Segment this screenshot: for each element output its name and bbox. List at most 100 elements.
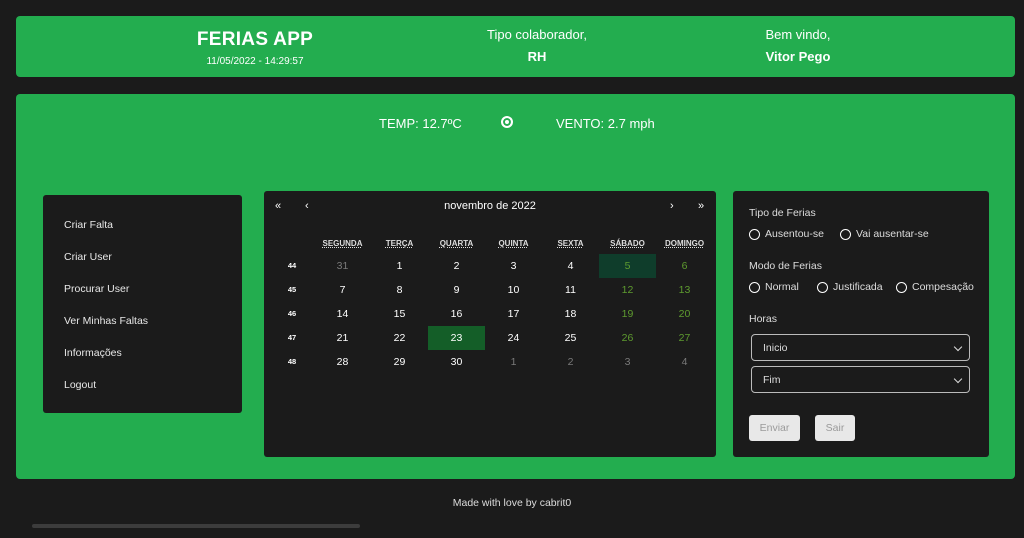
role-block: Tipo colaborador, RH	[447, 27, 627, 64]
calendar-day[interactable]: 26	[599, 326, 656, 350]
modo-ferias-label: Modo de Ferias	[749, 260, 822, 272]
calendar-day[interactable]: 2	[428, 254, 485, 278]
calendar-day[interactable]: 1	[485, 350, 542, 374]
radio-ausentou-input[interactable]	[749, 228, 760, 240]
weekday-header: TERÇA	[385, 239, 414, 248]
calendar-day[interactable]: 9	[428, 278, 485, 302]
week-number: 44	[287, 261, 297, 270]
radio-justificada: Justificada	[817, 281, 883, 293]
role-label: Tipo colaborador,	[487, 27, 587, 42]
chevron-down-icon	[953, 342, 963, 352]
calendar-day[interactable]: 28	[314, 350, 371, 374]
last-page-button[interactable]: »	[698, 200, 704, 212]
fim-select[interactable]: Fim	[751, 366, 970, 393]
radio-ausentou: Ausentou-se	[749, 228, 824, 240]
weekday-header: QUARTA	[439, 239, 474, 248]
calendar-day[interactable]: 24	[485, 326, 542, 350]
calendar-day[interactable]: 16	[428, 302, 485, 326]
radio-vai-ausentar: Vai ausentar-se	[840, 228, 929, 240]
weekday-header: QUINTA	[498, 239, 529, 248]
calendar-day[interactable]: 17	[485, 302, 542, 326]
calendar-day[interactable]: 29	[371, 350, 428, 374]
inicio-select[interactable]: Inicio	[751, 334, 970, 361]
sidebar-item-informacoes[interactable]: Informações	[43, 347, 242, 379]
calendar-day[interactable]: 23	[428, 326, 485, 350]
radio-ausentou-label[interactable]: Ausentou-se	[765, 228, 824, 240]
calendar-day[interactable]: 5	[599, 254, 656, 278]
main-panel: TEMP: 12.7ºC VENTO: 2.7 mph Criar Falta …	[16, 94, 1015, 479]
sun-icon	[501, 116, 513, 128]
calendar-day[interactable]: 27	[656, 326, 713, 350]
weekday-header: DOMINGO	[664, 239, 705, 248]
calendar-day[interactable]: 15	[371, 302, 428, 326]
radio-justificada-input[interactable]	[817, 281, 828, 293]
radio-vai-ausentar-label[interactable]: Vai ausentar-se	[856, 228, 929, 240]
calendar-day[interactable]: 14	[314, 302, 371, 326]
tipo-ferias-label: Tipo de Ferias	[749, 207, 816, 219]
weekday-header: SÁBADO	[610, 239, 645, 248]
calendar-day[interactable]: 2	[542, 350, 599, 374]
horas-label: Horas	[749, 313, 778, 325]
sidebar-menu: Criar Falta Criar User Procurar User Ver…	[43, 195, 242, 413]
weekday-header: SEXTA	[557, 239, 584, 248]
welcome-label: Bem vindo,	[765, 27, 831, 42]
calendar-day[interactable]: 6	[656, 254, 713, 278]
app-title: FERIAS APP	[196, 29, 314, 50]
calendar-day[interactable]: 4	[656, 350, 713, 374]
calendar-day[interactable]: 18	[542, 302, 599, 326]
app-brand: FERIAS APP 11/05/2022 - 14:29:57	[166, 29, 344, 67]
app-header: FERIAS APP 11/05/2022 - 14:29:57 Tipo co…	[16, 16, 1015, 77]
radio-justificada-label[interactable]: Justificada	[833, 281, 883, 293]
radio-compesacao-input[interactable]	[896, 281, 907, 293]
temperature: TEMP: 12.7ºC	[379, 116, 462, 131]
calendar-day[interactable]: 3	[599, 350, 656, 374]
datetime: 11/05/2022 - 14:29:57	[206, 56, 304, 67]
calendar-day[interactable]: 30	[428, 350, 485, 374]
sidebar-item-criar-falta[interactable]: Criar Falta	[43, 219, 242, 251]
horizontal-scrollbar[interactable]	[32, 524, 360, 528]
chevron-down-icon	[953, 374, 963, 384]
calendar: « ‹ novembro de 2022 › » SEGUNDA TERÇA QUA…	[264, 191, 716, 457]
radio-normal-input[interactable]	[749, 281, 760, 293]
calendar-day[interactable]: 22	[371, 326, 428, 350]
calendar-day[interactable]: 21	[314, 326, 371, 350]
week-number: 47	[287, 333, 297, 342]
radio-compesacao-label[interactable]: Compesação	[912, 281, 974, 293]
week-number: 46	[287, 309, 297, 318]
radio-normal-label[interactable]: Normal	[765, 281, 799, 293]
next-month-button[interactable]: ›	[670, 200, 674, 212]
month-label: novembro de 2022	[444, 200, 536, 212]
calendar-day[interactable]: 31	[314, 254, 371, 278]
footer-text: Made with love by cabrit0	[452, 497, 572, 509]
sidebar-item-logout[interactable]: Logout	[43, 379, 242, 411]
calendar-day[interactable]: 7	[314, 278, 371, 302]
calendar-day[interactable]: 11	[542, 278, 599, 302]
user-name: Vitor Pego	[765, 49, 831, 64]
ferias-form: Tipo de Ferias Ausentou-se Vai ausentar-…	[733, 191, 989, 457]
calendar-day[interactable]: 10	[485, 278, 542, 302]
calendar-day[interactable]: 8	[371, 278, 428, 302]
sidebar-item-ver-minhas-faltas[interactable]: Ver Minhas Faltas	[43, 315, 242, 347]
radio-compesacao: Compesação	[896, 281, 974, 293]
calendar-day[interactable]: 19	[599, 302, 656, 326]
calendar-day[interactable]: 12	[599, 278, 656, 302]
radio-vai-ausentar-input[interactable]	[840, 228, 851, 240]
week-number: 48	[287, 357, 297, 366]
sidebar-item-criar-user[interactable]: Criar User	[43, 251, 242, 283]
weekday-header: SEGUNDA	[322, 239, 363, 248]
calendar-day[interactable]: 4	[542, 254, 599, 278]
fim-select-value: Fim	[763, 374, 781, 386]
sidebar-item-procurar-user[interactable]: Procurar User	[43, 283, 242, 315]
sair-button[interactable]: Sair	[815, 415, 855, 441]
radio-normal: Normal	[749, 281, 799, 293]
role-value: RH	[527, 49, 547, 64]
wind-speed: VENTO: 2.7 mph	[556, 116, 655, 131]
calendar-day[interactable]: 1	[371, 254, 428, 278]
enviar-button[interactable]: Enviar	[749, 415, 800, 441]
calendar-day[interactable]: 25	[542, 326, 599, 350]
calendar-day[interactable]: 3	[485, 254, 542, 278]
week-number: 45	[287, 285, 297, 294]
calendar-day[interactable]: 20	[656, 302, 713, 326]
inicio-select-value: Inicio	[763, 342, 788, 354]
calendar-day[interactable]: 13	[656, 278, 713, 302]
